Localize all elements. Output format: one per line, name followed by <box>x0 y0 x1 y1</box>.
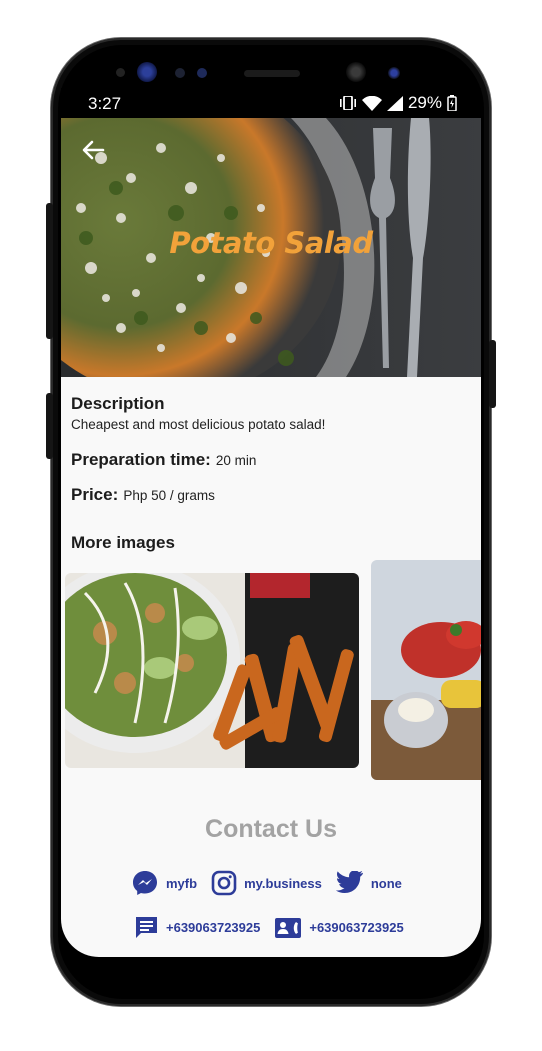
gallery-image-lobster[interactable] <box>371 560 481 780</box>
recipe-title: Potato Salad <box>169 226 373 260</box>
image-gallery[interactable] <box>61 560 481 785</box>
prep-time-value: 20 min <box>215 453 257 468</box>
twitter-icon <box>335 871 363 894</box>
price-value: Php 50 / grams <box>123 488 215 503</box>
messenger-handle: myfb <box>166 875 198 891</box>
iris-sensor <box>137 62 157 82</box>
status-icons: 29% <box>339 93 457 113</box>
status-time: 3:27 <box>88 94 122 113</box>
description-text: Cheapest and most delicious potato salad… <box>71 417 326 432</box>
back-arrow-icon[interactable] <box>79 136 107 164</box>
battery-icon <box>447 95 457 111</box>
sms-contact[interactable]: +639063723925 <box>134 915 260 940</box>
instagram-contact[interactable]: my.business <box>211 870 322 896</box>
volume-button <box>46 203 53 339</box>
contact-phone-row: +639063723925 +639063723925 <box>134 915 418 940</box>
bixby-button <box>46 393 53 459</box>
price-label: Price: <box>71 485 119 504</box>
prep-time-label: Preparation time: <box>71 450 211 469</box>
instagram-handle: my.business <box>244 875 322 891</box>
twitter-contact[interactable]: none <box>335 871 402 895</box>
contact-phone-icon <box>275 917 302 938</box>
battery-percent: 29% <box>407 93 442 112</box>
status-bar: 3:27 29% <box>61 88 481 118</box>
price-row: Price: Php 50 / grams <box>71 485 215 505</box>
iris-camera <box>388 67 400 79</box>
wifi-icon <box>361 95 382 111</box>
earpiece-speaker <box>244 70 300 77</box>
gallery-image-salad-fries[interactable] <box>65 573 359 768</box>
more-images-label: More images <box>71 533 175 552</box>
power-button <box>489 340 496 408</box>
front-camera <box>346 62 366 82</box>
app-screen: 3:27 29% Potato Salad Description Cheape… <box>61 88 481 957</box>
description-label: Description <box>71 394 165 413</box>
twitter-handle: none <box>370 875 402 891</box>
phone-number: +639063723925 <box>309 920 404 935</box>
message-icon <box>136 917 157 938</box>
proximity-sensor <box>116 68 125 77</box>
vibrate-icon <box>339 96 356 110</box>
messenger-icon <box>133 871 157 895</box>
contact-title: Contact Us <box>205 815 337 843</box>
sms-number: +639063723925 <box>166 920 261 935</box>
contact-social-row: myfb my.business none <box>131 869 416 897</box>
light-sensor <box>175 68 185 78</box>
light-sensor-2 <box>197 68 207 78</box>
instagram-icon <box>211 870 237 896</box>
messenger-contact[interactable]: myfb <box>131 869 197 897</box>
signal-icon <box>386 95 403 111</box>
prep-time-row: Preparation time: 20 min <box>71 450 256 470</box>
hero-image: Potato Salad <box>61 118 481 377</box>
phone-contact[interactable]: +639063723925 <box>274 916 404 940</box>
